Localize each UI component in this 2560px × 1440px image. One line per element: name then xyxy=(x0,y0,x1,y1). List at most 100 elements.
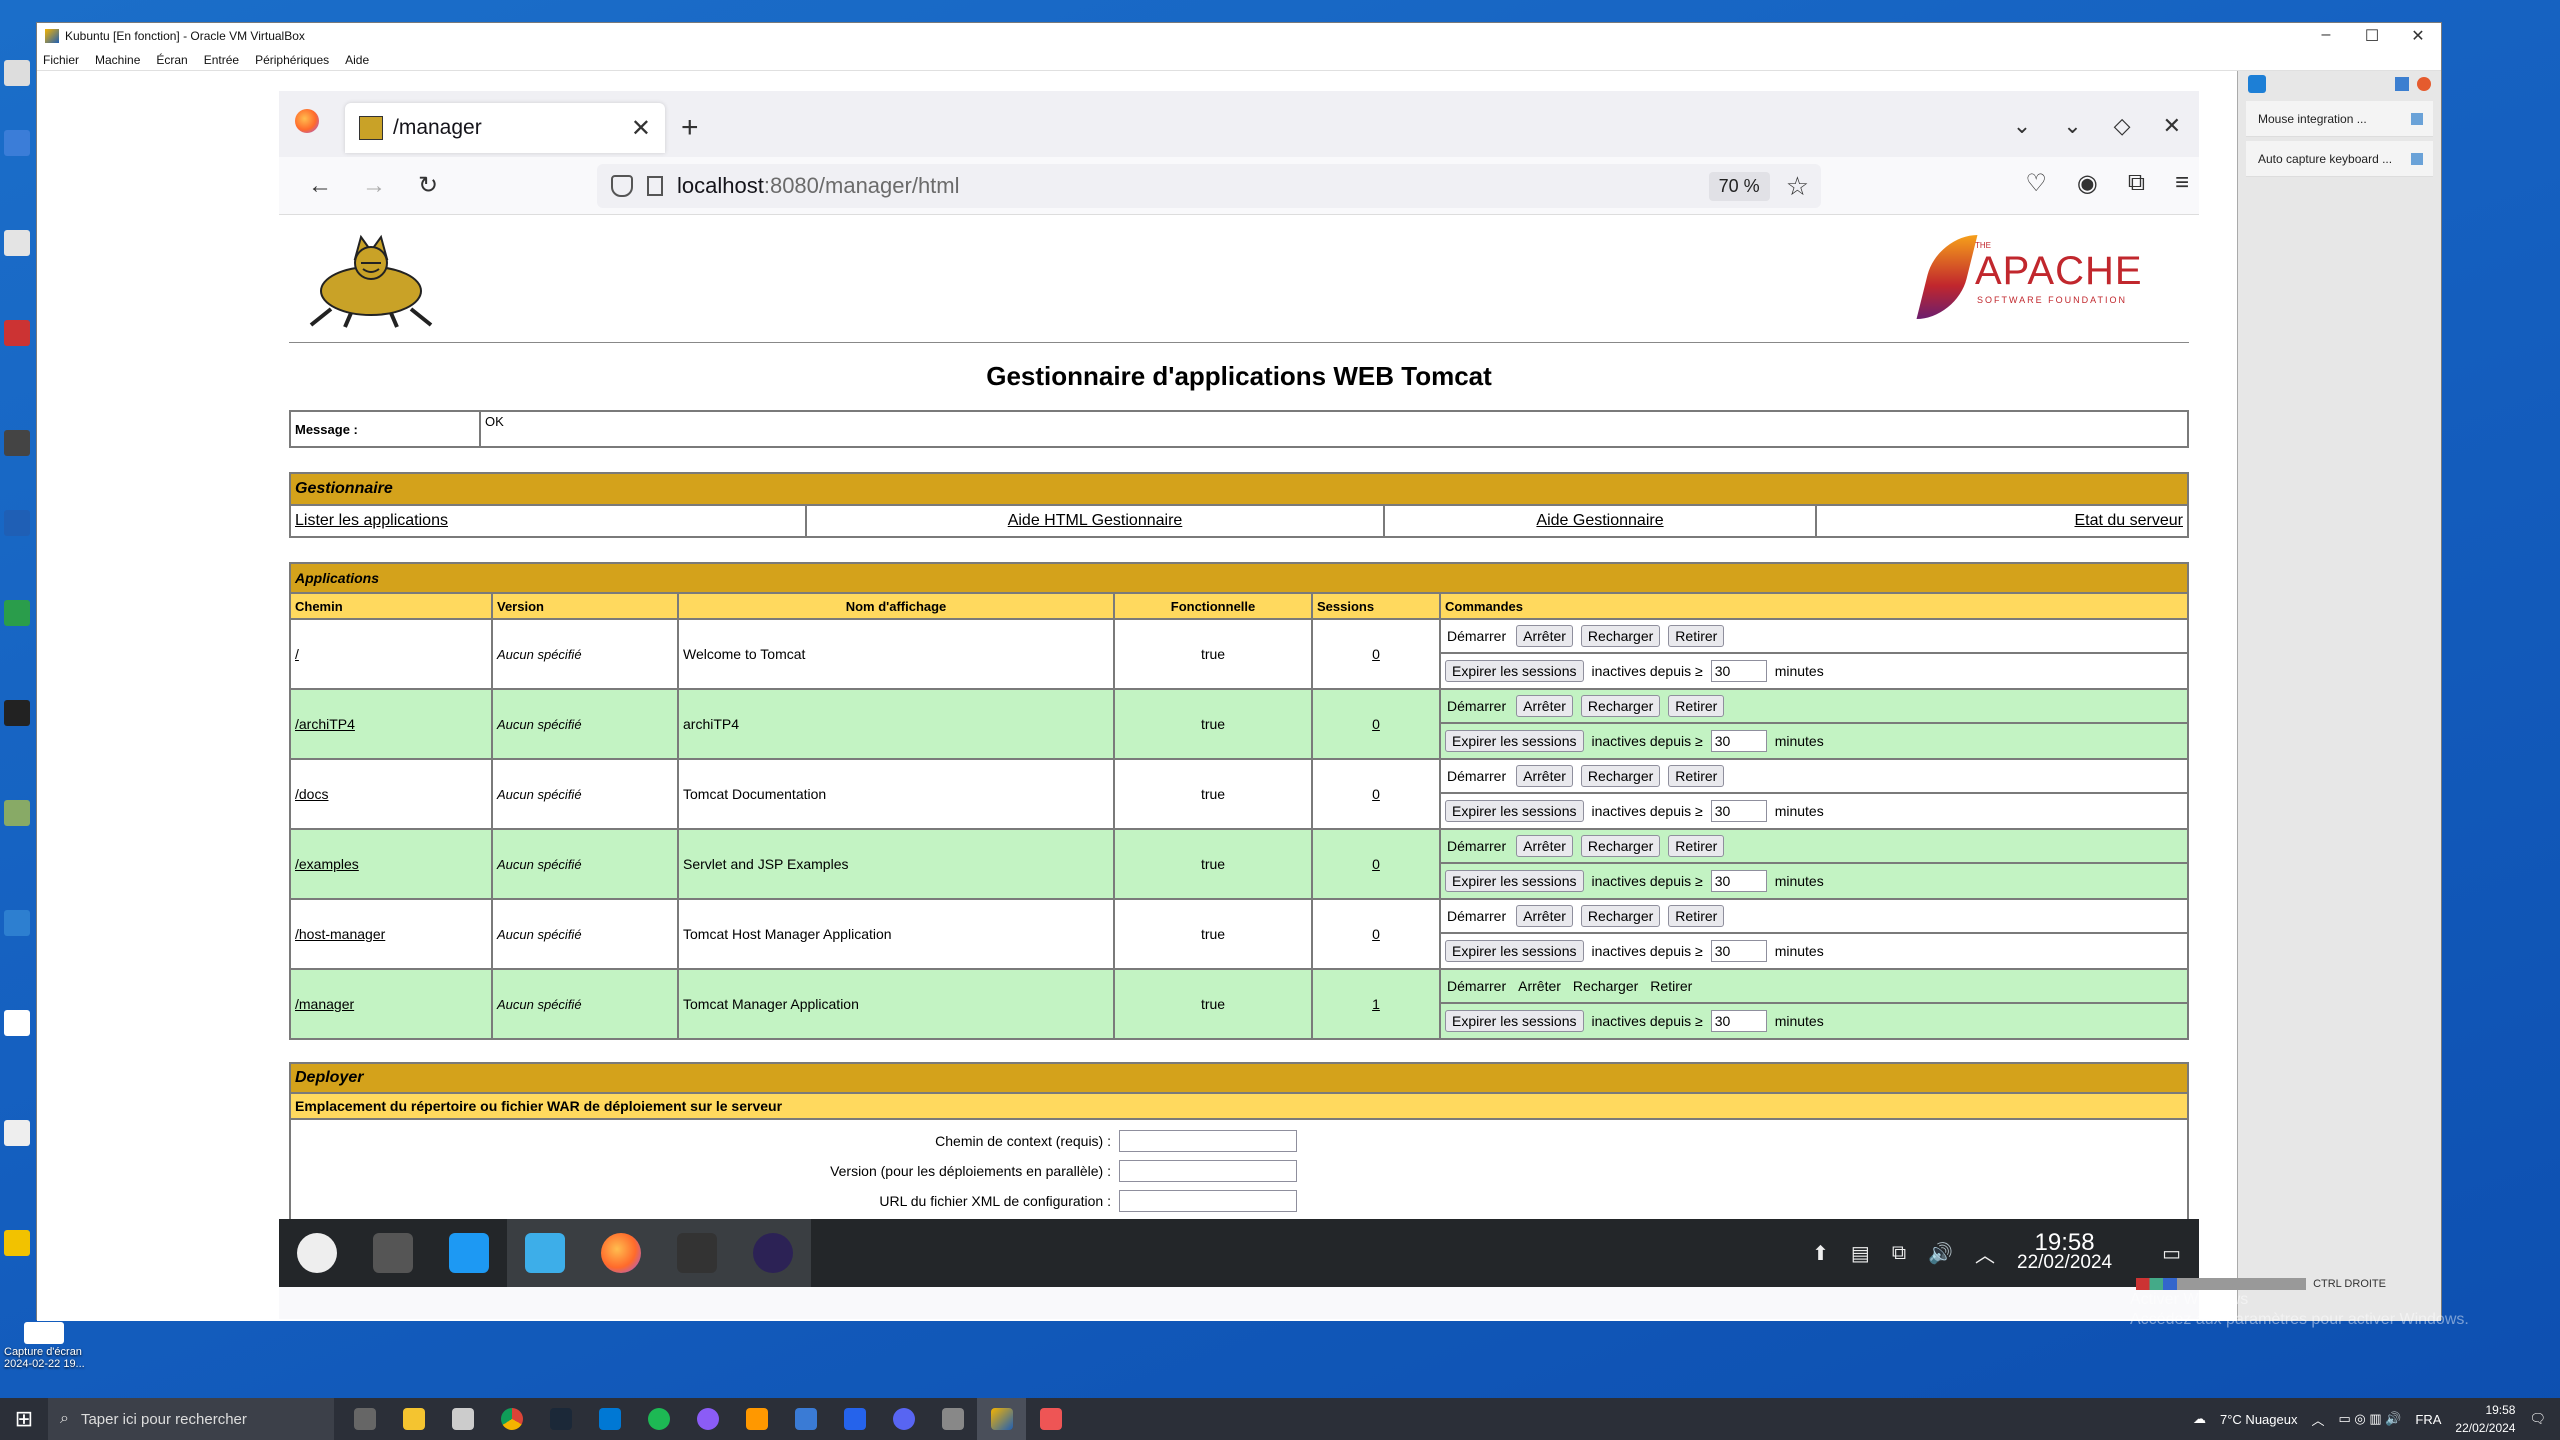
page-icon[interactable] xyxy=(647,176,663,196)
reload-button[interactable]: Recharger xyxy=(1580,695,1661,717)
url-bar[interactable]: localhost :8080/manager/html 70 % ☆ xyxy=(597,164,1821,208)
deploy-path-input[interactable] xyxy=(1119,1130,1297,1152)
zoom-level[interactable]: 70 % xyxy=(1708,171,1770,201)
app-sessions-link[interactable]: 0 xyxy=(1372,716,1380,732)
list-tabs-icon[interactable]: ⌄ xyxy=(2013,113,2031,139)
idle-minutes-input[interactable] xyxy=(1710,730,1767,752)
app-rdp[interactable] xyxy=(781,1398,830,1440)
undeploy-button[interactable]: Retirer xyxy=(1668,905,1725,927)
link-list-apps[interactable]: Lister les applications xyxy=(295,512,448,529)
app-2[interactable] xyxy=(438,1398,487,1440)
notice-icon[interactable] xyxy=(2411,112,2423,125)
stop-button[interactable]: Arrêter xyxy=(1516,765,1573,787)
show-desktop-icon[interactable]: ▭ xyxy=(2162,1241,2181,1266)
app-chrome[interactable] xyxy=(487,1398,536,1440)
reload-icon[interactable]: ↻ xyxy=(401,171,455,200)
expire-sessions-button[interactable]: Expirer les sessions xyxy=(1445,1010,1584,1032)
desktop-icon[interactable] xyxy=(4,1010,34,1038)
notice-icon[interactable] xyxy=(2411,152,2423,165)
app-vscode[interactable] xyxy=(585,1398,634,1440)
vbox-titlebar[interactable]: Kubuntu [En fonction] - Oracle VM Virtua… xyxy=(37,23,2441,49)
app-sublime[interactable] xyxy=(732,1398,781,1440)
menu-machine[interactable]: Machine xyxy=(95,53,140,67)
close-window-icon[interactable]: ✕ xyxy=(2163,113,2181,139)
pocket-icon[interactable]: ♡ xyxy=(2025,169,2047,198)
volume-icon[interactable]: 🔊 xyxy=(1928,1241,1953,1266)
undeploy-button[interactable]: Retirer xyxy=(1668,765,1725,787)
menu-ecran[interactable]: Écran xyxy=(156,53,187,67)
stop-button[interactable]: Arrêter xyxy=(1516,976,1563,996)
maximize-icon[interactable]: ☐ xyxy=(2349,26,2395,46)
tab-manager[interactable]: /manager ✕ xyxy=(345,103,665,153)
app-explorer[interactable] xyxy=(389,1398,438,1440)
desktop-icon[interactable] xyxy=(4,510,34,538)
app-sessions-link[interactable]: 0 xyxy=(1372,646,1380,662)
shield-icon[interactable] xyxy=(611,175,633,197)
app-discord[interactable] xyxy=(879,1398,928,1440)
idle-minutes-input[interactable] xyxy=(1710,940,1767,962)
app-sessions-link[interactable]: 0 xyxy=(1372,786,1380,802)
extensions-icon[interactable]: ⧉ xyxy=(2128,169,2145,198)
deploy-version-input[interactable] xyxy=(1119,1160,1297,1182)
restore-icon[interactable]: ◇ xyxy=(2114,113,2131,139)
app-sessions-link[interactable]: 0 xyxy=(1372,926,1380,942)
idle-minutes-input[interactable] xyxy=(1710,660,1767,682)
close-pane-icon[interactable] xyxy=(2417,77,2431,91)
desktop-icon[interactable] xyxy=(4,130,34,158)
menu-peripheriques[interactable]: Périphériques xyxy=(255,53,329,67)
task-eclipse[interactable] xyxy=(735,1219,811,1287)
desktop-icon[interactable] xyxy=(4,910,34,938)
kde-launcher[interactable] xyxy=(279,1219,355,1287)
desktop-icon[interactable] xyxy=(4,60,34,88)
updates-icon[interactable]: ⬆ xyxy=(1812,1241,1829,1266)
desktop-icon[interactable] xyxy=(4,1230,34,1258)
app-path-link[interactable]: /archiTP4 xyxy=(295,716,355,732)
undeploy-button[interactable]: Retirer xyxy=(1648,976,1694,996)
chevron-up-icon[interactable]: ︿ xyxy=(1975,1239,1995,1268)
task-view[interactable] xyxy=(340,1398,389,1440)
desktop-icon[interactable] xyxy=(4,600,34,628)
desktop-icon[interactable] xyxy=(4,430,34,458)
link-html-help[interactable]: Aide HTML Gestionnaire xyxy=(1008,512,1183,529)
network-icon[interactable]: ⧉ xyxy=(1892,1242,1906,1265)
task-firefox[interactable] xyxy=(583,1219,659,1287)
app-cube[interactable] xyxy=(928,1398,977,1440)
chevron-up-icon[interactable]: ︿ xyxy=(2311,1410,2324,1429)
reload-button[interactable]: Recharger xyxy=(1580,625,1661,647)
start-label[interactable]: Démarrer xyxy=(1445,976,1508,996)
expire-sessions-button[interactable]: Expirer les sessions xyxy=(1445,730,1584,752)
task-terminal[interactable] xyxy=(659,1219,735,1287)
expire-sessions-button[interactable]: Expirer les sessions xyxy=(1445,940,1584,962)
app-steam[interactable] xyxy=(536,1398,585,1440)
reload-button[interactable]: Recharger xyxy=(1580,905,1661,927)
app-sessions-link[interactable]: 1 xyxy=(1372,996,1380,1012)
undeploy-button[interactable]: Retirer xyxy=(1668,625,1725,647)
menu-entree[interactable]: Entrée xyxy=(204,53,239,67)
app-virtualbox[interactable] xyxy=(977,1398,1026,1440)
weather-text[interactable]: 7°C Nuageux xyxy=(2220,1412,2297,1427)
app-path-link[interactable]: /examples xyxy=(295,856,359,872)
app-github[interactable] xyxy=(683,1398,732,1440)
taskbar-search[interactable]: ⌕ Taper ici pour rechercher xyxy=(48,1398,334,1440)
idle-minutes-input[interactable] xyxy=(1710,870,1767,892)
language[interactable]: FRA xyxy=(2415,1412,2441,1427)
idle-minutes-input[interactable] xyxy=(1710,1010,1767,1032)
deploy-config-input[interactable] xyxy=(1119,1190,1297,1212)
status-icons[interactable] xyxy=(2136,1278,2306,1291)
windows-clock[interactable]: 19:58 22/02/2024 xyxy=(2455,1401,2515,1437)
close-tab-icon[interactable]: ✕ xyxy=(631,114,651,143)
link-server-status[interactable]: Etat du serveur xyxy=(2075,512,2184,529)
stop-button[interactable]: Arrêter xyxy=(1516,835,1573,857)
firefox-icon[interactable] xyxy=(295,109,319,133)
desktop-icon[interactable] xyxy=(4,320,34,348)
idle-minutes-input[interactable] xyxy=(1710,800,1767,822)
app-path-link[interactable]: /docs xyxy=(295,786,328,802)
clipboard-icon[interactable]: ▤ xyxy=(1851,1241,1870,1266)
app-spotify[interactable] xyxy=(634,1398,683,1440)
task-settings[interactable] xyxy=(355,1219,431,1287)
stop-button[interactable]: Arrêter xyxy=(1516,695,1573,717)
menu-icon[interactable]: ≡ xyxy=(2175,169,2189,198)
link-manager-help[interactable]: Aide Gestionnaire xyxy=(1536,512,1663,529)
toggle-icon[interactable] xyxy=(2395,77,2409,91)
forward-icon[interactable]: → xyxy=(347,172,401,200)
